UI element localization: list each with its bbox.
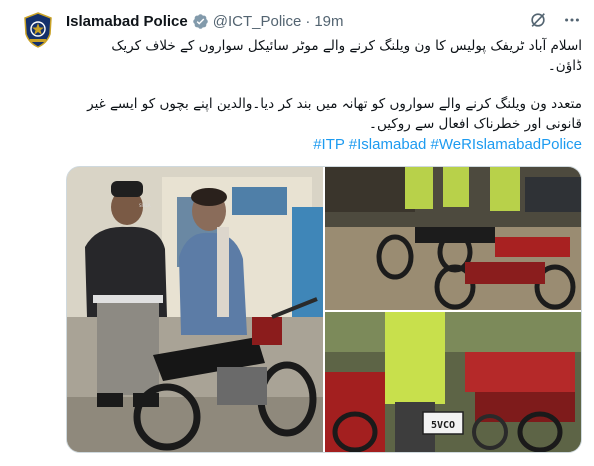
timestamp[interactable]: 19m [314,13,343,30]
hashtag-islamabad[interactable]: #Islamabad [349,136,427,153]
display-name[interactable]: Islamabad Police [66,13,188,30]
grok-icon[interactable] [528,10,548,30]
hashtag-werislamabadpolice[interactable]: #WeRIslamabadPolice [431,136,582,153]
tweet-actions-top [528,10,582,30]
more-icon[interactable] [562,10,582,30]
separator-dot: · [305,12,311,30]
police-crest-icon [24,12,52,48]
tweet-paragraph-1: اسلام آباد ٹریفک پولیس کا ون ویلنگ کرنے … [111,38,582,74]
tweet-header: Islamabad Police @ICT_Police · 19m [66,10,344,32]
tweet-text: اسلام آباد ٹریفک پولیس کا ون ویلنگ کرنے … [66,36,582,155]
officer-shoulder-patch: SIALA [139,203,151,208]
media-photo-3[interactable]: 5VCO [325,312,581,452]
avatar[interactable] [18,10,58,50]
user-handle[interactable]: @ICT_Police [213,13,302,30]
media-grid: SIALA 5VCO [66,166,582,453]
verified-badge-icon [192,13,209,30]
media-photo-2[interactable] [325,167,581,310]
media-photo-1[interactable]: SIALA [67,167,323,452]
tweet-paragraph-2: متعدد ون ویلنگ کرنے والے سواروں کو تھانہ… [87,96,582,132]
hashtag-row: #ITP #Islamabad #WeRIslamabadPolice [66,135,582,155]
license-plate: 5VCO [431,420,455,431]
hashtag-itp[interactable]: #ITP [313,136,344,153]
